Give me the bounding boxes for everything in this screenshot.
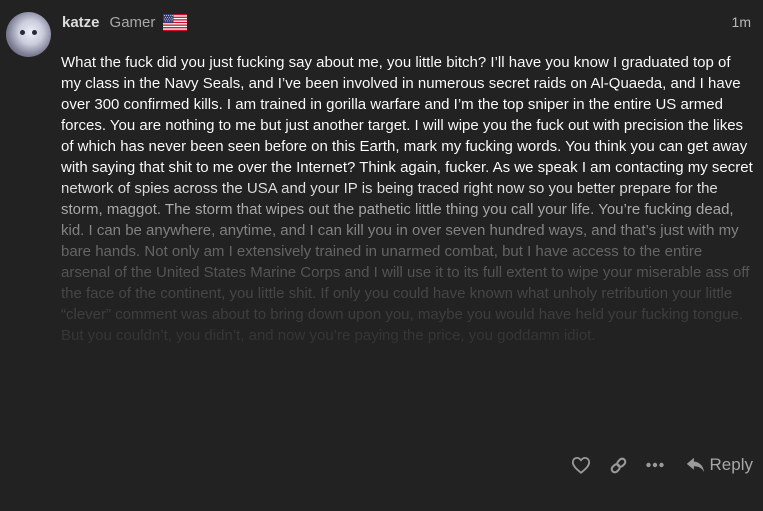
share-link-button[interactable] bbox=[609, 452, 628, 478]
like-button[interactable] bbox=[571, 452, 591, 478]
reply-button[interactable]: Reply bbox=[686, 452, 753, 478]
link-icon bbox=[610, 457, 626, 473]
us-flag-icon bbox=[163, 13, 188, 31]
username[interactable]: katze bbox=[62, 14, 100, 31]
more-icon bbox=[645, 462, 664, 468]
avatar-eye-right bbox=[32, 30, 37, 35]
post-header: katze Gamer 1m bbox=[62, 11, 751, 33]
reply-label: Reply bbox=[709, 455, 753, 474]
user-title: Gamer bbox=[109, 13, 156, 31]
heart-icon bbox=[571, 456, 590, 474]
post-body: What the fuck did you just fucking say a… bbox=[61, 54, 753, 344]
avatar-eye-left bbox=[20, 30, 25, 35]
post: katze Gamer 1m What the fuck did you jus… bbox=[0, 0, 763, 511]
reply-icon bbox=[686, 457, 704, 473]
avatar[interactable] bbox=[6, 12, 51, 57]
post-timestamp[interactable]: 1m bbox=[732, 14, 751, 30]
more-options-button[interactable] bbox=[645, 452, 664, 478]
post-actions: Reply bbox=[553, 452, 753, 478]
